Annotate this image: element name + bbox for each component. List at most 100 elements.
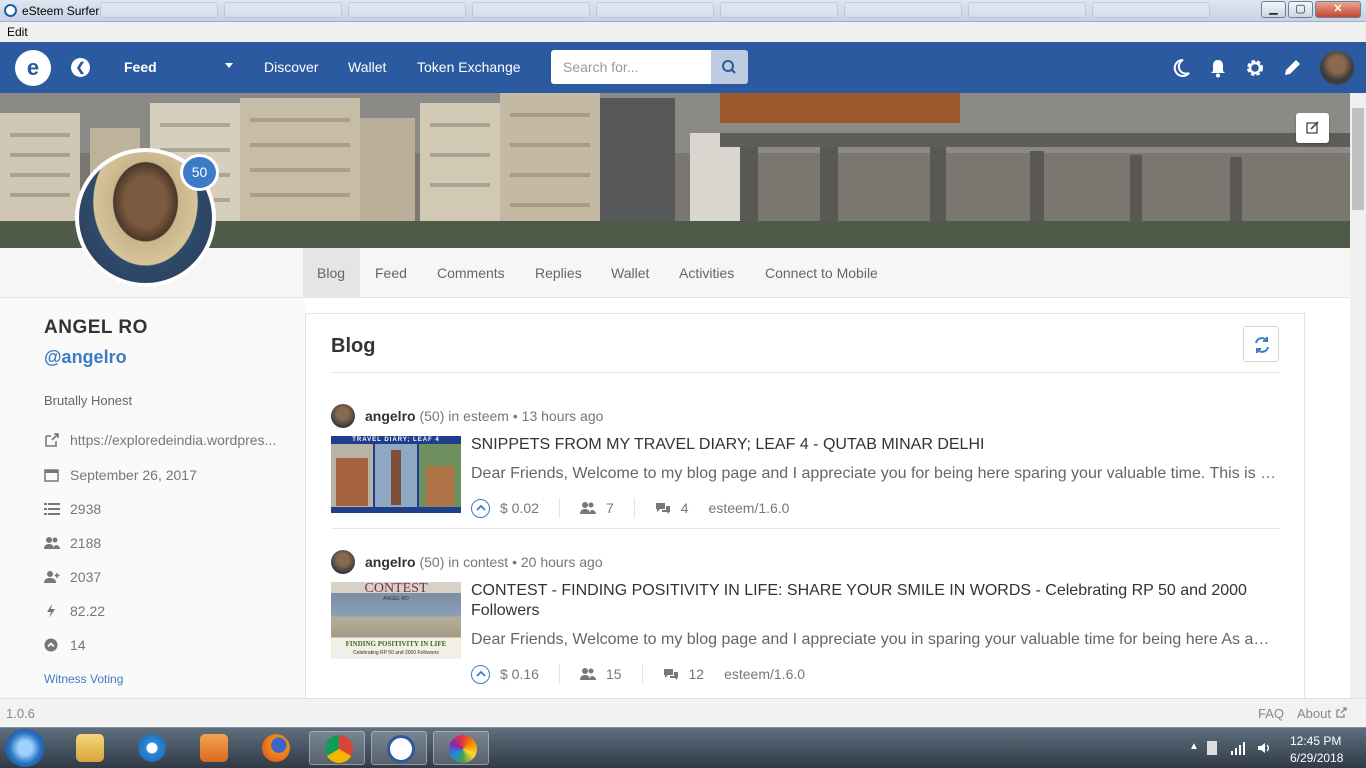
following-count[interactable]: 2037 bbox=[70, 569, 101, 585]
edit-icon bbox=[1306, 121, 1319, 134]
pencil-icon[interactable] bbox=[1281, 57, 1303, 79]
clock-time[interactable]: 12:45 PM bbox=[1290, 734, 1341, 748]
nav-discover[interactable]: Discover bbox=[264, 59, 318, 75]
signal-icon[interactable] bbox=[1231, 741, 1245, 755]
esteem-logo[interactable]: e bbox=[15, 50, 51, 86]
vote-value: 14 bbox=[70, 637, 86, 653]
nav-token-exchange[interactable]: Token Exchange bbox=[417, 59, 521, 75]
divider bbox=[633, 498, 635, 518]
joined-row: September 26, 2017 bbox=[44, 465, 197, 485]
post-snippet[interactable]: Dear Friends, Welcome to my blog page an… bbox=[471, 465, 1279, 483]
thumb-caption: FINDING POSITIVITY IN LIFE bbox=[345, 640, 447, 648]
bell-icon[interactable] bbox=[1207, 57, 1229, 79]
menu-edit[interactable]: Edit bbox=[7, 25, 28, 39]
tab-connect-to-mobile[interactable]: Connect to Mobile bbox=[751, 248, 892, 298]
volume-icon[interactable] bbox=[1257, 741, 1271, 755]
media-player-icon bbox=[200, 734, 228, 762]
comments-count[interactable]: 4 bbox=[681, 500, 689, 516]
comments-icon bbox=[655, 503, 670, 514]
comments-count[interactable]: 12 bbox=[689, 666, 705, 682]
scrollbar-thumb[interactable] bbox=[1352, 108, 1364, 210]
followers-count[interactable]: 2188 bbox=[70, 535, 101, 551]
post-snippet[interactable]: Dear Friends, Welcome to my blog page an… bbox=[471, 631, 1279, 649]
refresh-button[interactable] bbox=[1243, 326, 1279, 362]
witness-voting-link[interactable]: Witness Voting bbox=[44, 672, 123, 686]
refresh-icon bbox=[1255, 337, 1269, 353]
tab-wallet[interactable]: Wallet bbox=[597, 248, 663, 298]
picasa-icon bbox=[449, 735, 477, 763]
meta-dot: • bbox=[512, 554, 521, 570]
post-meta: angelro (50) in contest • 20 hours ago bbox=[365, 554, 603, 570]
vote-value-row: 14 bbox=[44, 635, 86, 655]
calendar-icon bbox=[44, 469, 59, 482]
thumb-author: ANGEL RO bbox=[383, 596, 409, 602]
divider bbox=[558, 498, 560, 518]
post-item[interactable]: angelro (50) in esteem • 13 hours ago TR… bbox=[331, 404, 1280, 524]
edit-cover-button[interactable] bbox=[1296, 113, 1329, 143]
nav-wallet[interactable]: Wallet bbox=[348, 59, 386, 75]
taskbar-ie[interactable] bbox=[123, 731, 179, 765]
joined-date: September 26, 2017 bbox=[70, 467, 197, 483]
upvote-button[interactable] bbox=[471, 664, 490, 684]
thumb-caption-2: Celebrating RP 50 and 2000 Followers bbox=[353, 650, 439, 656]
followers-row: 2188 bbox=[44, 533, 101, 553]
moon-icon[interactable] bbox=[1170, 57, 1192, 79]
device-icon[interactable] bbox=[1207, 741, 1217, 755]
author-avatar[interactable] bbox=[331, 404, 355, 428]
author-avatar[interactable] bbox=[331, 550, 355, 574]
bolt-icon bbox=[47, 604, 55, 618]
post-payout[interactable]: $ 0.02 bbox=[500, 500, 539, 516]
os-taskbar: ▲ 12:45 PM 6/29/2018 bbox=[0, 727, 1366, 768]
post-category[interactable]: esteem bbox=[463, 408, 509, 424]
faq-link[interactable]: FAQ bbox=[1258, 706, 1284, 721]
website-link[interactable]: https://exploredeindia.wordpres... bbox=[70, 432, 276, 448]
taskbar-picasa[interactable] bbox=[433, 731, 489, 765]
tab-activities[interactable]: Activities bbox=[665, 248, 748, 298]
taskbar-chrome[interactable] bbox=[309, 731, 365, 765]
chrome-icon bbox=[325, 735, 353, 763]
tab-replies[interactable]: Replies bbox=[521, 248, 596, 298]
close-window-button[interactable]: ✕ bbox=[1315, 1, 1361, 18]
voters-icon bbox=[579, 668, 596, 680]
comments-icon bbox=[663, 669, 678, 680]
post-title[interactable]: CONTEST - FINDING POSITIVITY IN LIFE: SH… bbox=[471, 581, 1281, 621]
search-button[interactable] bbox=[711, 50, 748, 84]
maximize-button[interactable]: ▢ bbox=[1288, 1, 1313, 18]
tab-comments[interactable]: Comments bbox=[423, 248, 519, 298]
list-icon bbox=[44, 503, 60, 515]
taskbar-firefox[interactable] bbox=[247, 731, 303, 765]
nav-feed-dropdown[interactable]: Feed bbox=[124, 59, 157, 75]
post-category[interactable]: contest bbox=[463, 554, 508, 570]
taskbar-esteem[interactable] bbox=[371, 731, 427, 765]
voters-count[interactable]: 7 bbox=[606, 500, 614, 516]
minimize-button[interactable]: ▁ bbox=[1261, 1, 1286, 18]
user-avatar[interactable] bbox=[1320, 51, 1354, 85]
divider bbox=[331, 372, 1280, 373]
tab-feed[interactable]: Feed bbox=[361, 248, 421, 298]
app-navbar: e ❮ Feed Discover Wallet Token Exchange bbox=[0, 42, 1366, 93]
caret-down-icon[interactable] bbox=[225, 63, 233, 68]
gear-icon[interactable] bbox=[1244, 57, 1266, 79]
tray-expand-icon[interactable]: ▲ bbox=[1189, 741, 1203, 755]
clock-date[interactable]: 6/29/2018 bbox=[1290, 751, 1343, 765]
back-arrow-icon[interactable]: ❮ bbox=[71, 58, 90, 77]
post-payout[interactable]: $ 0.16 bbox=[500, 666, 539, 682]
post-thumbnail[interactable]: TRAVEL DIARY; LEAF 4 bbox=[331, 436, 461, 513]
search-input[interactable] bbox=[551, 50, 711, 84]
reputation-badge: 50 bbox=[180, 154, 219, 191]
author-name[interactable]: angelro bbox=[365, 408, 416, 424]
folder-icon bbox=[76, 734, 104, 762]
author-name[interactable]: angelro bbox=[365, 554, 416, 570]
app-version-label: 1.0.6 bbox=[6, 706, 35, 721]
taskbar-explorer[interactable] bbox=[61, 731, 117, 765]
post-item[interactable]: angelro (50) in contest • 20 hours ago C… bbox=[331, 550, 1280, 690]
voters-count[interactable]: 15 bbox=[606, 666, 622, 682]
start-button[interactable] bbox=[5, 729, 45, 767]
upvote-button[interactable] bbox=[471, 498, 490, 518]
post-thumbnail[interactable]: CONTEST ANGEL RO FINDING POSITIVITY IN L… bbox=[331, 582, 461, 659]
post-title[interactable]: SNIPPETS FROM MY TRAVEL DIARY; LEAF 4 - … bbox=[471, 435, 1281, 455]
tab-blog[interactable]: Blog bbox=[303, 248, 360, 298]
external-link-icon bbox=[1336, 707, 1347, 718]
taskbar-media-player[interactable] bbox=[185, 731, 241, 765]
about-link[interactable]: About bbox=[1297, 706, 1331, 721]
